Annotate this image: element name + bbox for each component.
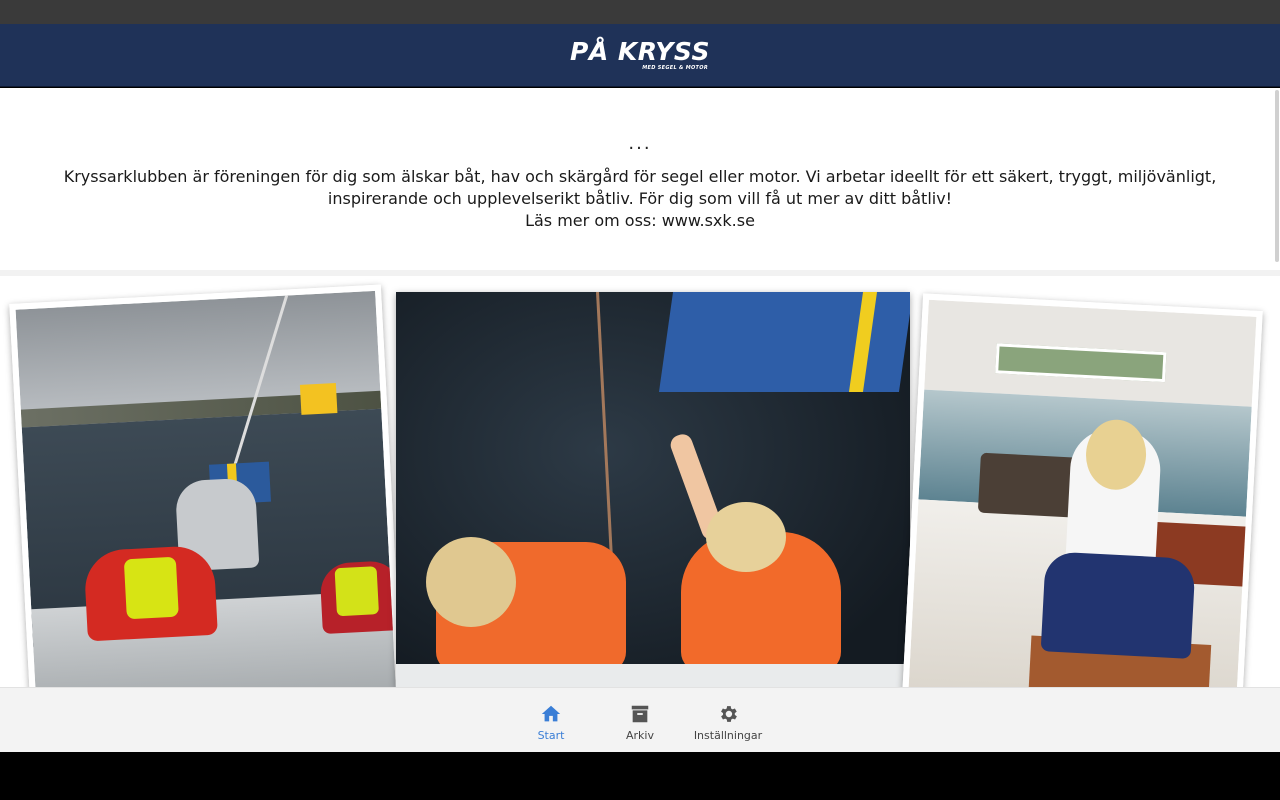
logo-title: PÅ KRYSS: [570, 37, 710, 66]
pa-kryss-logo: PÅ KRYSS MED SEGEL & MOTOR: [570, 37, 710, 72]
logo-subtitle: MED SEGEL & MOTOR: [642, 65, 708, 71]
nav-start-label: Start: [537, 729, 565, 742]
intro-body: Kryssarklubben är föreningen för dig som…: [63, 167, 1217, 208]
nav-arkiv-label: Arkiv: [626, 729, 654, 742]
main-content[interactable]: ... Kryssarklubben är föreningen för dig…: [0, 88, 1280, 687]
intro-link[interactable]: Läs mer om oss: www.sxk.se: [30, 210, 1250, 232]
bottom-navigation: Start Arkiv Inställningar: [0, 687, 1280, 752]
intro-text: Kryssarklubben är föreningen för dig som…: [30, 166, 1250, 232]
photo-sailing-crew[interactable]: [9, 284, 403, 687]
nav-start[interactable]: Start: [506, 688, 596, 753]
photo-motorboat-driver[interactable]: [901, 293, 1263, 687]
intro-ellipsis: ...: [628, 133, 652, 154]
gear-icon: [717, 703, 739, 725]
home-icon: [540, 703, 562, 725]
archive-icon: [629, 703, 651, 725]
system-status-bar: [0, 0, 1280, 24]
intro-card: ... Kryssarklubben är föreningen för dig…: [0, 88, 1280, 270]
nav-arkiv[interactable]: Arkiv: [595, 688, 685, 753]
system-navigation-bar: [0, 752, 1280, 800]
scroll-indicator: [1275, 90, 1279, 262]
photo-gallery[interactable]: [0, 276, 1280, 687]
nav-installningar-label: Inställningar: [693, 729, 763, 742]
photo-children-lifejackets[interactable]: [396, 292, 910, 687]
app-header: PÅ KRYSS MED SEGEL & MOTOR: [0, 24, 1280, 87]
nav-installningar[interactable]: Inställningar: [683, 688, 773, 753]
